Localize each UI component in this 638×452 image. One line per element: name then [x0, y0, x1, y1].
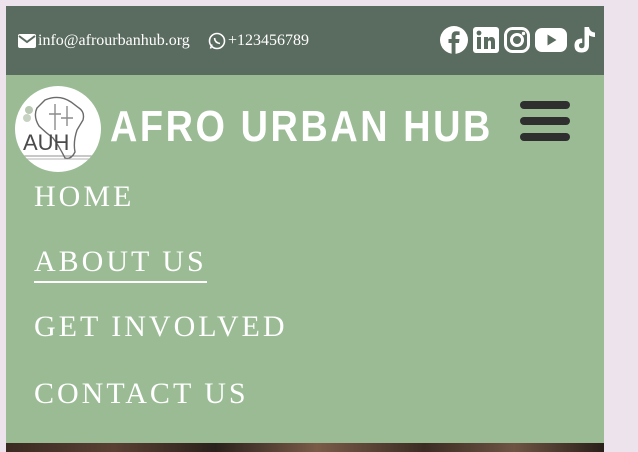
hero-image	[6, 443, 604, 452]
hamburger-bar	[520, 133, 570, 141]
facebook-icon[interactable]	[440, 26, 468, 54]
phone-text: +123456789	[228, 32, 310, 49]
nav-item-about-us[interactable]: ABOUT US	[34, 244, 207, 283]
youtube-icon[interactable]	[535, 28, 567, 52]
nav-item-home[interactable]: HOME	[34, 179, 134, 215]
africa-map-icon	[23, 96, 93, 160]
site-title[interactable]: AFRO URBAN HUB	[110, 102, 493, 152]
menu-toggle-button[interactable]	[520, 99, 570, 143]
nav-item-contact-us[interactable]: CONTACT US	[34, 376, 249, 412]
envelope-icon	[18, 34, 36, 48]
hamburger-bar	[520, 117, 570, 125]
instagram-icon[interactable]	[504, 27, 530, 53]
social-links	[440, 26, 596, 54]
linkedin-icon[interactable]	[473, 27, 499, 53]
logo-letters: AUH	[23, 130, 70, 155]
phone-link[interactable]: +123456789	[208, 32, 309, 50]
whatsapp-icon	[208, 32, 226, 50]
email-text: info@afrourbanhub.org	[38, 32, 190, 49]
site-frame: info@afrourbanhub.org +123456789 AUH AFR…	[6, 6, 604, 452]
top-contact-bar: info@afrourbanhub.org +123456789	[6, 6, 604, 75]
hamburger-bar	[520, 101, 570, 109]
email-link[interactable]: info@afrourbanhub.org	[18, 32, 190, 50]
tiktok-icon[interactable]	[572, 26, 596, 54]
site-logo[interactable]: AUH	[15, 86, 101, 172]
nav-item-get-involved[interactable]: GET INVOLVED	[34, 309, 288, 345]
site-header: AUH AFRO URBAN HUB HOME ABOUT US GET INV…	[6, 75, 604, 452]
